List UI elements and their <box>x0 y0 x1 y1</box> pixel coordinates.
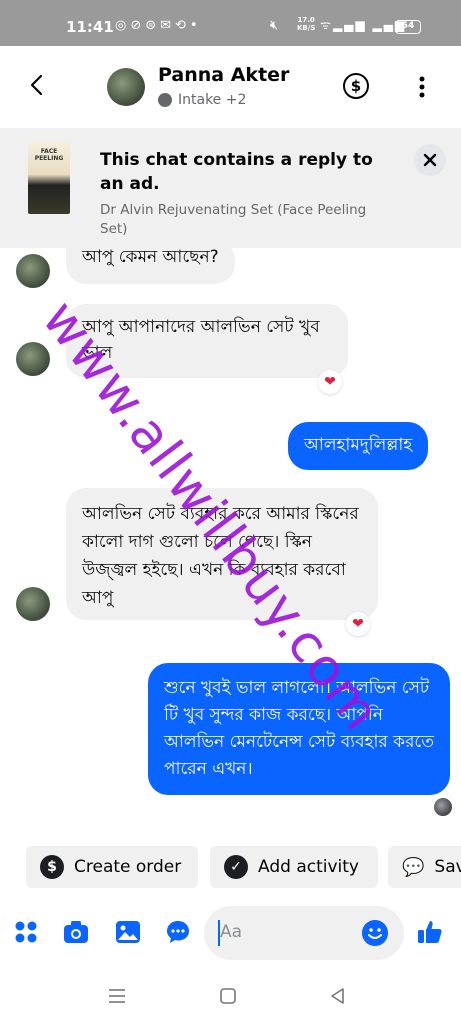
saved-replies-icon: 💬 <box>402 856 425 878</box>
notification-icons: ◎⊘⊜✉⟲• <box>115 18 202 33</box>
message-input[interactable]: Aa <box>204 906 404 960</box>
message-bubble-incoming[interactable]: আপু কেমন আছেন? <box>66 240 235 284</box>
contact-name[interactable]: Panna Akter <box>158 64 289 86</box>
chat-header: Panna Akter Intake +2 $ <box>0 46 461 128</box>
home-icon[interactable] <box>218 986 238 1006</box>
gallery-icon[interactable] <box>114 918 142 946</box>
ad-reply-banner[interactable]: FACE PEELING This chat contains a reply … <box>0 128 461 248</box>
message-input-placeholder: Aa <box>220 922 243 942</box>
dollar-icon: $ <box>40 855 64 879</box>
chat-bubble-icon[interactable] <box>164 918 192 946</box>
status-time: 11:41 <box>66 18 114 36</box>
message-bubble-outgoing[interactable]: আলহামদুলিল্লাহ <box>288 422 429 470</box>
menu-grid-icon[interactable] <box>12 918 40 946</box>
contact-avatar[interactable] <box>107 68 145 106</box>
create-order-label: Create order <box>74 857 182 877</box>
signal-icon: ᯤ▂▄▆ ▂▄▆ <box>320 18 407 32</box>
system-nav-bar <box>0 966 461 1024</box>
sender-avatar[interactable] <box>16 254 50 288</box>
message-bubble-incoming[interactable]: আপু আপানাদের আলভিন সেট খুব ভাল <box>66 304 348 378</box>
camera-icon[interactable] <box>62 918 90 946</box>
seen-avatar <box>434 798 452 816</box>
recent-apps-icon[interactable] <box>106 986 128 1006</box>
ad-banner-subtitle: Dr Alvin Rejuvenating Set (Face Peeling … <box>100 202 367 237</box>
create-order-button[interactable]: $ Create order <box>26 846 198 888</box>
sender-avatar[interactable] <box>16 342 50 376</box>
back-arrow-icon[interactable] <box>20 68 54 102</box>
network-speed: 17.0 KB/S <box>297 16 316 32</box>
sender-avatar[interactable] <box>16 587 50 621</box>
payment-dollar-button[interactable]: $ <box>343 73 369 99</box>
checkmark-icon: ✓ <box>224 855 248 879</box>
add-activity-button[interactable]: ✓ Add activity <box>210 846 378 888</box>
message-bubble-incoming[interactable]: আলভিন সেট ব্যবহার করে আমার স্কিনের কালো … <box>66 488 378 620</box>
label-dot-icon <box>158 93 172 107</box>
close-banner-icon[interactable] <box>414 144 446 176</box>
ad-banner-title: This chat contains a reply to an ad. <box>100 150 373 194</box>
thumbs-up-icon[interactable] <box>416 918 444 946</box>
more-options-icon[interactable] <box>412 72 432 102</box>
save-reply-button[interactable]: 💬 Sav <box>388 846 461 888</box>
heart-reaction-icon[interactable]: ❤ <box>346 612 370 636</box>
emoji-icon[interactable] <box>362 920 388 946</box>
message-bubble-outgoing[interactable]: শুনে খুবই ভাল লাগলো। আলভিন সেট টি খুব সু… <box>148 663 450 795</box>
add-activity-label: Add activity <box>258 857 359 877</box>
heart-reaction-icon[interactable]: ❤ <box>318 370 342 394</box>
battery-icon: 54 <box>395 20 421 34</box>
back-nav-icon[interactable] <box>328 986 348 1006</box>
status-bar: 11:41 ◎⊘⊜✉⟲• 🔇︎ 17.0 KB/S ᯤ▂▄▆ ▂▄▆ 54 <box>0 0 461 46</box>
mute-icon: 🔇︎ <box>270 18 279 33</box>
contact-label: Intake +2 <box>158 92 246 108</box>
ad-product-thumbnail: FACE PEELING <box>28 142 70 214</box>
save-label: Sav <box>434 857 461 877</box>
label-text: Intake +2 <box>178 92 247 108</box>
